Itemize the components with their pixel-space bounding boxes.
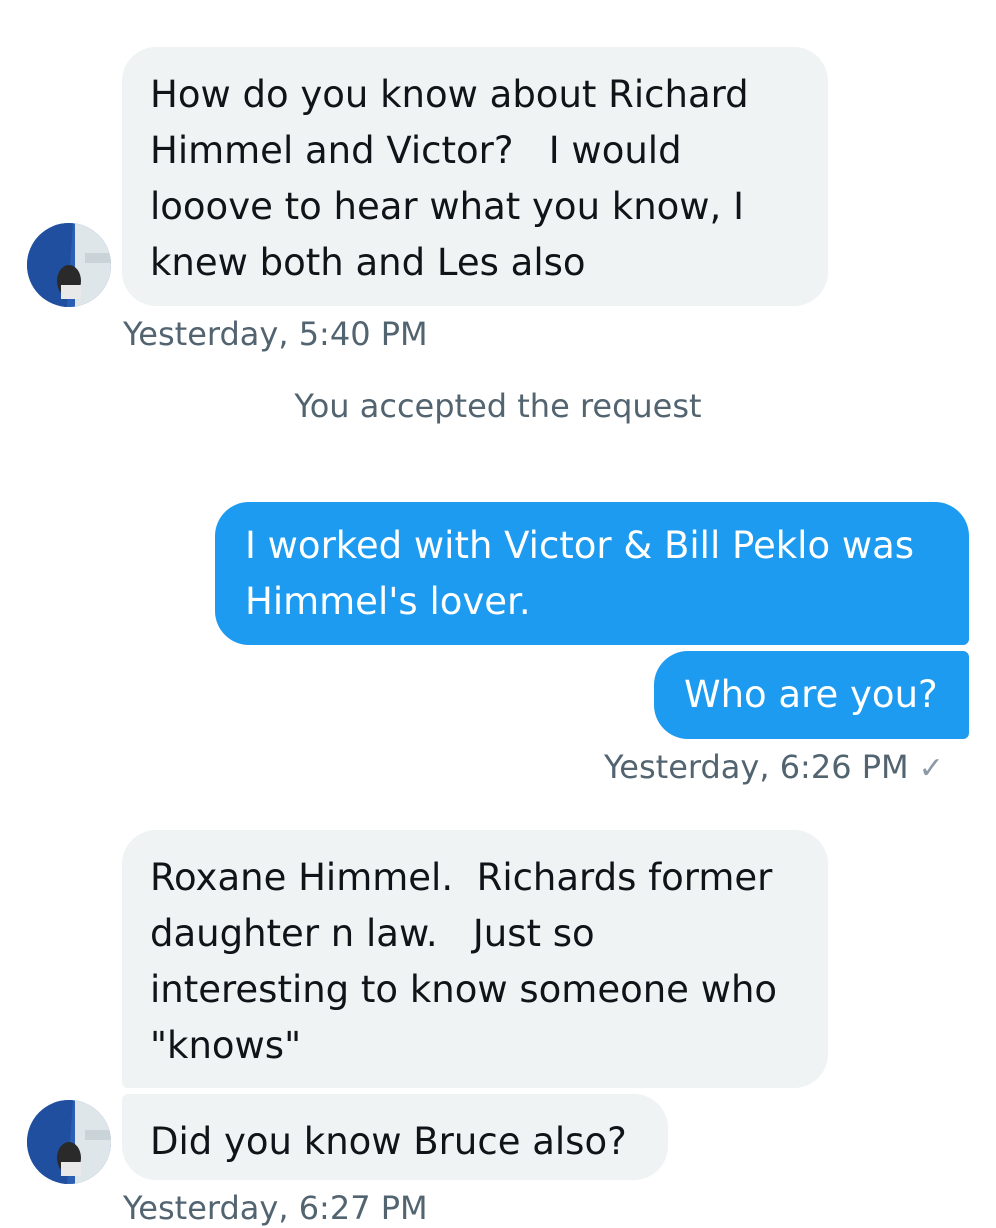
avatar-image (27, 223, 111, 307)
check-icon: ✓ (918, 751, 944, 786)
message-timestamp: Yesterday, 6:26 PM ✓ (604, 747, 944, 789)
sent-message[interactable]: Who are you? (654, 651, 969, 739)
avatar-image (27, 1100, 111, 1184)
timestamp-text: Yesterday, 6:26 PM (604, 748, 909, 786)
avatar[interactable] (27, 1100, 111, 1184)
avatar[interactable] (27, 223, 111, 307)
conversation-thread: How do you know about Richard Himmel and… (0, 0, 996, 1227)
message-timestamp: Yesterday, 5:40 PM (123, 315, 428, 353)
received-message[interactable]: Roxane Himmel. Richards former daughter … (122, 830, 828, 1088)
request-accepted-note: You accepted the request (294, 387, 702, 425)
received-message[interactable]: How do you know about Richard Himmel and… (122, 47, 828, 306)
message-timestamp: Yesterday, 6:27 PM (123, 1189, 428, 1227)
sent-message[interactable]: I worked with Victor & Bill Peklo was Hi… (215, 502, 969, 645)
received-message[interactable]: Did you know Bruce also? (122, 1094, 668, 1180)
